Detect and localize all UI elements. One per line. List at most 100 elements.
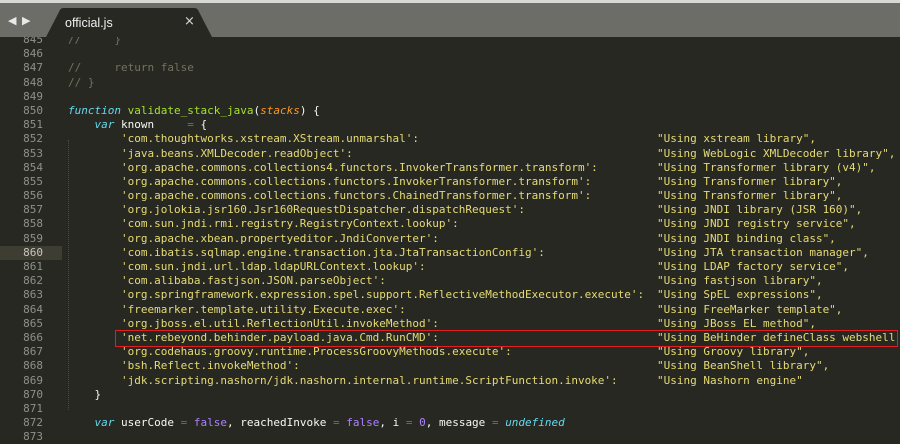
tab-bar: ◀ ▶ official.js ×: [0, 3, 900, 37]
map-key: 'com.alibaba.fastjson.JSON.parseObject':: [120, 274, 386, 288]
code-line: 846: [0, 47, 900, 61]
token-fn: validate_stack_java: [127, 103, 254, 117]
code-line: 866 "Using BeHinder defineClass webshell …: [0, 331, 900, 345]
tab-navigation: ◀ ▶: [8, 14, 31, 27]
tab-forward-icon[interactable]: ▶: [22, 14, 31, 27]
map-value: "Using JNDI registry service",: [657, 217, 856, 231]
code-line: 868 "Using BeanShell library", 'bsh.Refle…: [0, 359, 900, 373]
line-number: 863: [23, 288, 43, 302]
line-code: var userCode = false, reachedInvoke = fa…: [68, 416, 565, 430]
line-number: 862: [23, 274, 43, 288]
line-number: 855: [23, 174, 43, 188]
code-line: 849: [0, 90, 900, 104]
token-plain: , reachedInvoke: [226, 416, 333, 430]
code-line: 862 "Using fastjson library", 'com.alibab…: [0, 274, 900, 288]
code-line: 864 "Using FreeMarker template", 'freemar…: [0, 303, 900, 317]
close-icon[interactable]: ×: [184, 14, 195, 29]
line-number: 867: [23, 345, 43, 359]
map-key: 'java.beans.XMLDecoder.readObject':: [120, 146, 353, 160]
tab-official-js[interactable]: official.js ×: [46, 8, 216, 37]
line-number: 861: [23, 260, 43, 273]
map-key: 'org.codehaus.groovy.runtime.ProcessGroo…: [120, 345, 512, 359]
line-number: 871: [23, 401, 43, 415]
map-key: 'org.apache.commons.collections.functors…: [120, 189, 592, 203]
map-value: "Using WebLogic XMLDecoder library",: [657, 146, 896, 160]
token-const: 0: [419, 416, 426, 430]
map-value: "Using SpEL expressions",: [657, 288, 823, 302]
token-kw: undefined: [505, 416, 565, 430]
map-value: "Using JNDI library (JSR 160)",: [657, 203, 863, 217]
map-value: "Using fastjson library",: [657, 274, 823, 288]
indent-guide: [68, 140, 69, 410]
map-value: "Using BeHinder defineClass webshell: [657, 330, 896, 344]
map-key: 'freemarker.template.utility.Execute.exe…: [120, 302, 406, 316]
line-code: // }: [68, 76, 95, 90]
code-line: 852 "Using xstream library", 'com.thought…: [0, 132, 900, 146]
line-code: 'com.sun.jndi.url.ldap.ldapURLContext.lo…: [68, 260, 426, 274]
token-plain: known: [114, 118, 188, 132]
line-code: 'org.apache.commons.collections.functors…: [68, 189, 591, 203]
line-number: 847: [23, 61, 43, 75]
code-line: 854 "Using Transformer library (v4)", 'or…: [0, 161, 900, 175]
map-key: 'org.springframework.expression.spel.sup…: [120, 288, 645, 302]
map-key: 'com.sun.jndi.url.ldap.ldapURLContext.lo…: [120, 260, 426, 273]
line-number: 866: [23, 330, 43, 344]
code-line: 871: [0, 402, 900, 416]
line-number: 856: [23, 189, 43, 203]
code-line: 858 "Using JNDI registry service", 'com.s…: [0, 217, 900, 231]
line-code: 'org.apache.commons.collections.functors…: [68, 175, 591, 189]
line-code: var known = {: [68, 118, 208, 132]
line-code: 'com.alibaba.fastjson.JSON.parseObject':: [68, 274, 386, 288]
code-editor[interactable]: 845// } 846 847// return false 848// } 849 85…: [0, 33, 900, 444]
line-code: 'net.rebeyond.behinder.payload.java.Cmd.…: [68, 331, 439, 345]
code-line: 867 "Using Groovy library", 'org.codehaus…: [0, 345, 900, 359]
code-line: 865 "Using JBoss EL method", 'org.jboss.e…: [0, 317, 900, 331]
line-number: 857: [23, 203, 43, 217]
code-line: 861 "Using LDAP factory service", 'com.su…: [0, 260, 900, 274]
line-code: 'org.springframework.expression.spel.sup…: [68, 288, 644, 302]
map-value: "Using xstream library",: [657, 132, 816, 146]
line-number: 870: [23, 387, 43, 401]
code-line: 847 // return false: [0, 61, 900, 75]
line-code: }: [68, 388, 101, 402]
line-number: 858: [23, 217, 43, 231]
map-key: 'com.sun.jndi.rmi.registry.RegistryConte…: [120, 217, 459, 231]
map-value: "Using FreeMarker template",: [657, 302, 843, 316]
map-key: 'jdk.scripting.nashorn/jdk.nashorn.inter…: [120, 373, 618, 387]
map-key: 'org.apache.commons.collections.functors…: [120, 174, 592, 188]
line-number: 851: [23, 118, 43, 132]
line-number: 850: [23, 103, 43, 117]
line-number: 853: [23, 146, 43, 160]
line-code: function validate_stack_java(stacks) {: [68, 104, 320, 118]
token-kw: var: [94, 118, 115, 132]
token-plain: userCode: [114, 416, 181, 430]
code-line: 872 var userCode = false, reachedInvoke …: [0, 416, 900, 430]
line-number: 873: [23, 430, 43, 444]
token-comment: // return false: [68, 61, 194, 75]
line-code: 'jdk.scripting.nashorn/jdk.nashorn.inter…: [68, 374, 618, 388]
line-number: 860: [23, 245, 43, 259]
line-number: 854: [23, 160, 43, 174]
line-number: 869: [23, 373, 43, 387]
code-line: 856 "Using Transformer library", 'org.apa…: [0, 189, 900, 203]
map-key: 'org.apache.commons.collections4.functor…: [120, 160, 598, 174]
token-plain: ) {: [299, 103, 320, 117]
map-value: "Using JTA transaction manager",: [657, 245, 869, 259]
token-kw: function: [68, 103, 121, 117]
line-number: 849: [23, 89, 43, 103]
line-code: 'org.apache.commons.collections4.functor…: [68, 161, 598, 175]
line-number: 848: [23, 75, 43, 89]
code-line: 870 }: [0, 388, 900, 402]
line-code: 'com.sun.jndi.rmi.registry.RegistryConte…: [68, 217, 459, 231]
line-code: 'org.jolokia.jsr160.Jsr160RequestDispatc…: [68, 203, 525, 217]
line-code: 'freemarker.template.utility.Execute.exe…: [68, 303, 406, 317]
map-value: "Using JNDI binding class",: [657, 231, 836, 245]
line-code: 'com.ibatis.sqlmap.engine.transaction.jt…: [68, 246, 545, 260]
tab-back-icon[interactable]: ◀: [8, 14, 17, 27]
line-code: 'com.thoughtworks.xstream.XStream.unmars…: [68, 132, 419, 146]
line-number: 859: [23, 231, 43, 245]
